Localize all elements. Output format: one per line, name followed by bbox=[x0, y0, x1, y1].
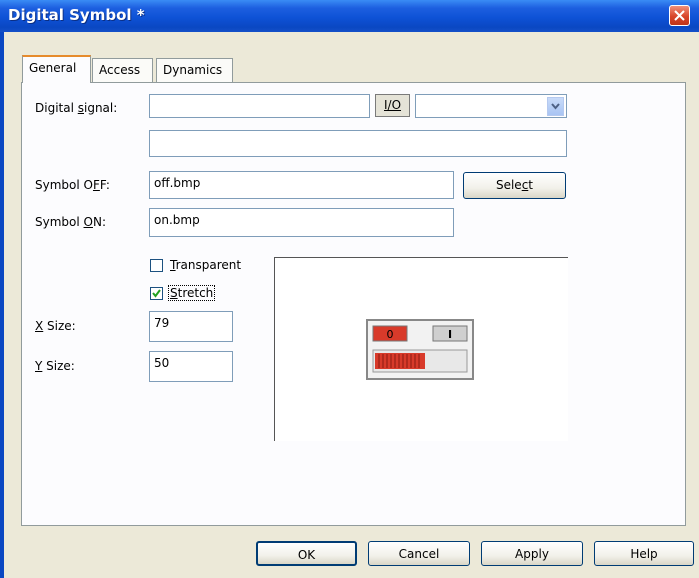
checkmark-icon bbox=[152, 289, 161, 298]
stretch-checkbox[interactable] bbox=[150, 287, 163, 300]
symbol-on-input[interactable]: on.bmp bbox=[149, 208, 454, 237]
form-layer: Digital signal: I/O Symbol OFF: off.bmp … bbox=[0, 0, 699, 578]
combo-dropdown-button[interactable] bbox=[547, 97, 564, 116]
stretch-label[interactable]: Stretch bbox=[168, 285, 216, 301]
x-size-input[interactable]: 79 bbox=[149, 311, 233, 342]
dialog-window: Digital Symbol * General Access Dynamics… bbox=[0, 0, 699, 578]
digital-symbol-image: 0 I bbox=[366, 319, 474, 380]
transparent-checkbox[interactable] bbox=[150, 259, 163, 272]
symbol-on-label: Symbol ON: bbox=[35, 215, 106, 229]
select-button[interactable]: Select bbox=[463, 172, 566, 199]
off-indicator-label: 0 bbox=[387, 328, 394, 341]
signal-description-field[interactable] bbox=[149, 130, 567, 157]
digital-signal-label: Digital signal: bbox=[35, 101, 118, 115]
y-size-label: Y Size: bbox=[35, 359, 75, 373]
apply-button[interactable]: Apply bbox=[481, 541, 583, 566]
io-button[interactable]: I/O bbox=[375, 94, 410, 117]
y-size-input[interactable]: 50 bbox=[149, 351, 233, 382]
cancel-button[interactable]: Cancel bbox=[368, 541, 470, 566]
signal-combo[interactable] bbox=[415, 94, 567, 118]
symbol-off-label: Symbol OFF: bbox=[35, 178, 110, 192]
chevron-down-icon bbox=[551, 103, 560, 110]
ok-button[interactable]: OK bbox=[256, 541, 357, 566]
symbol-off-input[interactable]: off.bmp bbox=[149, 171, 454, 199]
symbol-preview: 0 I bbox=[274, 257, 568, 441]
on-indicator-label: I bbox=[448, 328, 452, 341]
transparent-label[interactable]: Transparent bbox=[170, 258, 241, 272]
help-button[interactable]: Help bbox=[594, 541, 694, 566]
x-size-label: X Size: bbox=[35, 319, 76, 333]
digital-signal-input[interactable] bbox=[149, 94, 370, 118]
